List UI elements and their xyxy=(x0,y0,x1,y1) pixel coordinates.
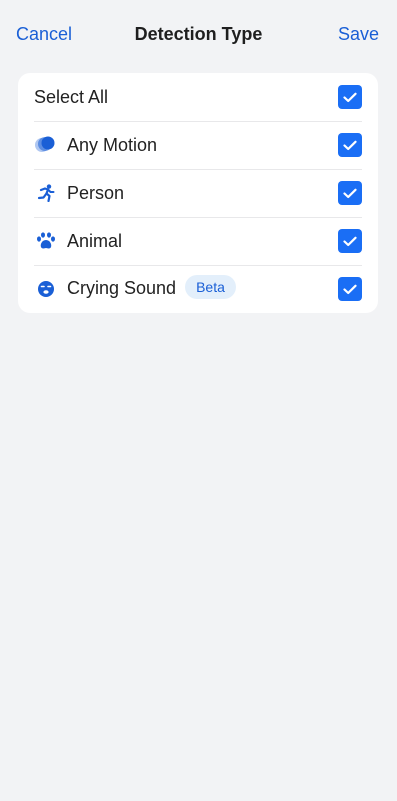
checkmark-icon xyxy=(343,284,357,294)
motion-icon xyxy=(35,134,57,156)
checkmark-icon xyxy=(343,92,357,102)
person-checkbox[interactable] xyxy=(338,181,362,205)
option-label: Animal xyxy=(67,231,123,251)
option-row-animal[interactable]: Animal xyxy=(18,217,378,265)
checkmark-icon xyxy=(343,188,357,198)
beta-badge: Beta xyxy=(185,275,236,300)
option-row-any-motion[interactable]: Any Motion xyxy=(18,121,378,169)
checkmark-icon xyxy=(343,140,357,150)
nav-bar: Cancel Detection Type Save xyxy=(0,0,397,68)
crying-sound-label: Crying Sound xyxy=(67,277,177,298)
crying-face-icon xyxy=(35,278,57,300)
select-all-label: Select All xyxy=(34,87,109,107)
select-all-checkbox[interactable] xyxy=(338,85,362,109)
option-row-person[interactable]: Person xyxy=(18,169,378,217)
option-label: Crying Sound Beta xyxy=(67,275,236,301)
save-button[interactable]: Save xyxy=(338,23,379,45)
select-all-row[interactable]: Select All xyxy=(18,73,378,121)
option-row-crying-sound[interactable]: Crying Sound Beta xyxy=(18,265,378,313)
option-label: Any Motion xyxy=(67,135,158,155)
detection-options-card: Select All Any Motion Person Animal Cryi… xyxy=(18,73,378,313)
person-running-icon xyxy=(35,182,57,204)
paw-icon xyxy=(35,230,57,252)
crying-sound-checkbox[interactable] xyxy=(338,277,362,301)
animal-checkbox[interactable] xyxy=(338,229,362,253)
option-label: Person xyxy=(67,183,125,203)
checkmark-icon xyxy=(343,236,357,246)
any-motion-checkbox[interactable] xyxy=(338,133,362,157)
